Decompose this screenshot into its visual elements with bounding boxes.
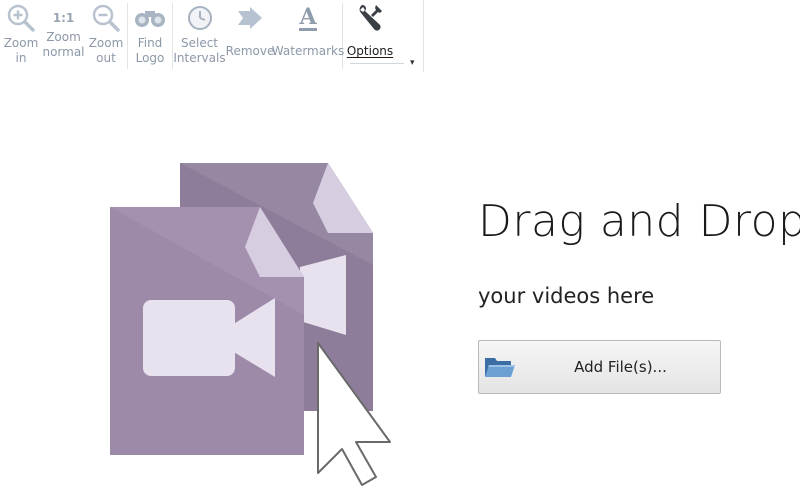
clock-icon: [183, 2, 217, 34]
open-folder-icon: [485, 358, 515, 377]
zoom-out-label: Zoom out: [88, 36, 124, 65]
zoom-in-button[interactable]: Zoom in: [0, 0, 42, 72]
video-files-illustration: [110, 163, 391, 486]
binoculars-icon: [133, 2, 167, 34]
options-label: Options: [346, 44, 394, 58]
one-to-one-text: 1:1: [52, 11, 75, 25]
watermarks-button[interactable]: A Watermarks: [271, 0, 345, 72]
select-intervals-button[interactable]: Select Intervals: [173, 0, 226, 72]
remove-label: Remove: [225, 44, 275, 58]
zoom-out-button[interactable]: Zoom out: [85, 0, 127, 72]
add-files-button[interactable]: Add File(s)...: [478, 340, 721, 394]
add-files-label: Add File(s)...: [574, 358, 667, 376]
arrow-right-icon: [233, 2, 267, 34]
zoom-in-label: Zoom in: [3, 36, 39, 65]
ribbon-tools: Zoom in 1:1 Zoom normal Zoom out Find Lo…: [0, 0, 397, 72]
remove-button[interactable]: Remove: [226, 0, 274, 72]
wrench-icon: [353, 2, 387, 34]
watermarks-label: Watermarks: [271, 44, 345, 58]
options-button[interactable]: Options: [343, 0, 397, 72]
ribbon-dropdown-arrow[interactable]: ▾: [410, 58, 415, 68]
zoom-normal-button[interactable]: 1:1 Zoom normal: [42, 0, 85, 72]
options-tab-indicator: [350, 63, 404, 64]
zoom-in-icon: [4, 2, 38, 34]
letter-a-text: A: [299, 3, 317, 31]
ribbon-toolbar: Zoom in 1:1 Zoom normal Zoom out Find Lo…: [0, 0, 424, 72]
zoom-out-icon: [89, 2, 123, 34]
drop-title: Drag and Drop: [478, 196, 800, 247]
select-intervals-label: Select Intervals: [173, 36, 226, 65]
find-logo-label: Find Logo: [135, 36, 165, 65]
find-logo-button[interactable]: Find Logo: [128, 0, 172, 72]
letter-a-icon: A: [291, 2, 325, 34]
drop-subtitle: your videos here: [478, 284, 655, 308]
zoom-normal-label: Zoom normal: [42, 30, 85, 59]
